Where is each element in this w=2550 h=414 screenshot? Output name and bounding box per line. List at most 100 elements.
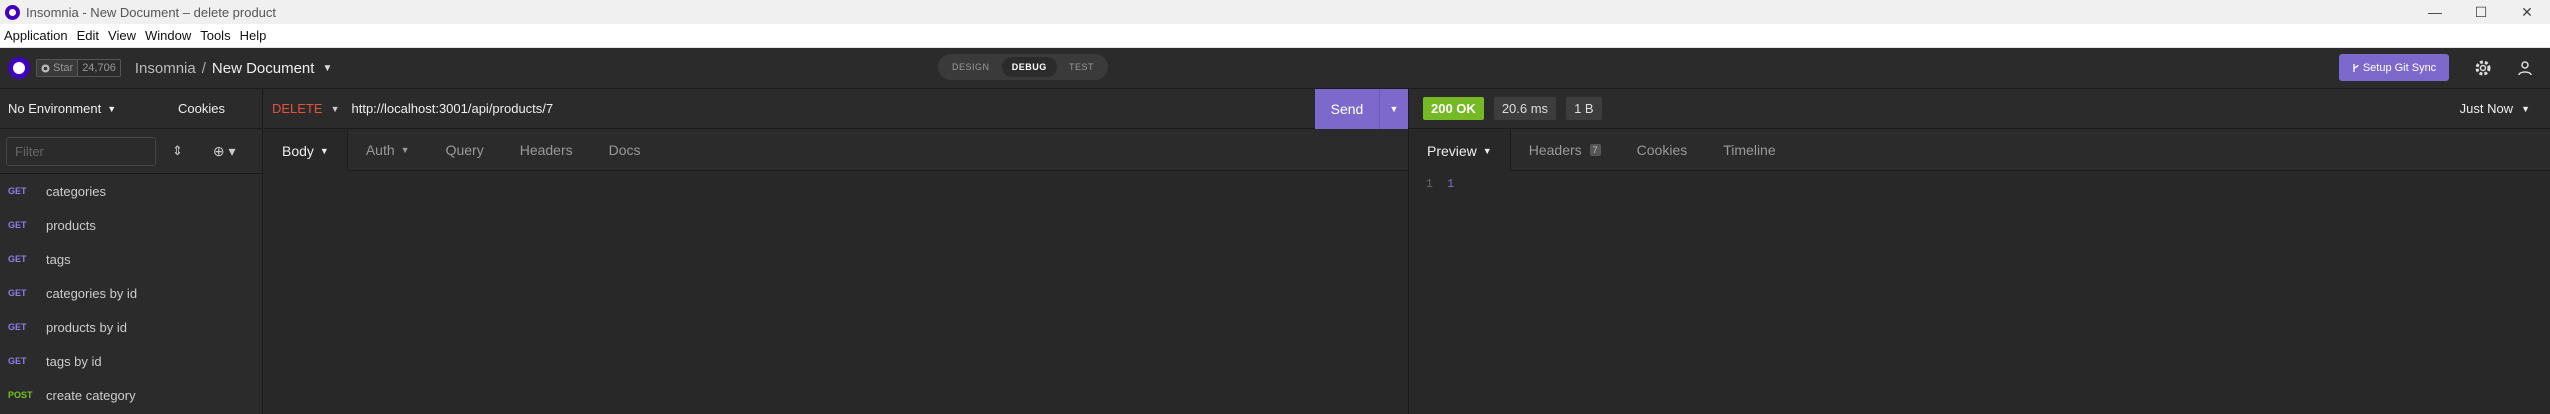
send-options-icon[interactable]: ▼ — [1379, 89, 1408, 129]
url-input[interactable]: http://localhost:3001/api/products/7 — [352, 101, 554, 116]
method-select[interactable]: DELETE ▼ — [272, 101, 340, 116]
chevron-down-icon[interactable]: ▼ — [322, 63, 332, 74]
app-header: Star 24,706 Insomnia / New Document ▼ DE… — [0, 48, 2550, 89]
request-list: GET categories GET products GET tags GET… — [0, 174, 262, 412]
tab-timeline[interactable]: Timeline — [1705, 130, 1793, 171]
menu-application[interactable]: Application — [0, 28, 73, 43]
send-label: Send — [1330, 101, 1364, 117]
tab-response-cookies[interactable]: Cookies — [1619, 130, 1706, 171]
request-item[interactable]: GET tags by id — [0, 344, 262, 378]
minimize-icon[interactable]: — — [2412, 0, 2458, 24]
response-history-dropdown[interactable]: Just Now ▼ — [2460, 101, 2530, 116]
mode-test[interactable]: TEST — [1059, 57, 1104, 77]
tab-query[interactable]: Query — [428, 130, 502, 171]
send-button[interactable]: Send ▼ — [1315, 89, 1408, 129]
chevron-down-icon: ▼ — [400, 145, 410, 155]
chevron-down-icon: ▼ — [319, 145, 329, 156]
method-badge: GET — [8, 322, 27, 332]
mode-toggle: DESIGN DEBUG TEST — [938, 54, 1108, 80]
menu-bar: Application Edit View Window Tools Help — [0, 24, 2550, 48]
tab-preview[interactable]: Preview ▼ — [1409, 129, 1511, 172]
request-name: categories — [46, 183, 106, 199]
breadcrumb-document[interactable]: New Document — [212, 60, 315, 77]
line-number: 1 — [1425, 177, 1433, 191]
environment-label: No Environment — [8, 101, 102, 116]
filter-row: ⇕ ⊕ ▾ — [0, 129, 262, 174]
method-badge: GET — [8, 356, 27, 366]
git-branch-icon — [2353, 63, 2359, 72]
mode-debug[interactable]: DEBUG — [1001, 57, 1057, 77]
menu-edit[interactable]: Edit — [73, 28, 104, 43]
close-icon[interactable]: ✕ — [2504, 0, 2550, 24]
environment-select[interactable]: No Environment ▼ — [8, 101, 168, 116]
tab-auth[interactable]: Auth ▼ — [348, 130, 428, 171]
request-name: categories by id — [46, 285, 138, 301]
chevron-down-icon: ▼ — [1482, 145, 1492, 156]
breadcrumb-separator: / — [201, 59, 206, 77]
tab-body[interactable]: Body ▼ — [264, 129, 348, 172]
request-tabs: Body ▼ Auth ▼ Query Headers Docs — [264, 129, 1408, 172]
window-controls: — ☐ ✕ — [2412, 0, 2550, 24]
filter-input[interactable] — [6, 136, 156, 166]
breadcrumb: Insomnia / New Document ▼ — [135, 60, 333, 77]
request-url-bar: DELETE ▼ http://localhost:3001/api/produ… — [264, 89, 1408, 129]
github-icon — [41, 63, 50, 73]
sort-icon[interactable]: ⇕ — [172, 143, 183, 159]
response-size-badge: 1 B — [1566, 97, 1602, 120]
tab-docs[interactable]: Docs — [591, 130, 659, 171]
request-item[interactable]: GET products — [0, 208, 262, 242]
menu-help[interactable]: Help — [236, 28, 272, 43]
method-badge: GET — [8, 220, 27, 230]
mode-design[interactable]: DESIGN — [942, 57, 1000, 77]
setup-git-sync-button[interactable]: Setup Git Sync — [2339, 54, 2449, 81]
tab-response-headers[interactable]: Headers 7 — [1511, 130, 1619, 171]
method-badge: GET — [8, 186, 27, 196]
environment-row: No Environment ▼ Cookies — [0, 89, 262, 129]
star-count: 24,706 — [78, 59, 121, 77]
request-item[interactable]: GET categories by id — [0, 276, 262, 310]
add-menu-icon[interactable]: ⊕ ▾ — [213, 143, 236, 160]
method-label: DELETE — [272, 101, 323, 116]
method-badge: POST — [8, 390, 33, 400]
code-line: 1 1 — [1409, 177, 2550, 191]
breadcrumb-root[interactable]: Insomnia — [135, 60, 196, 77]
headers-count-badge: 7 — [1589, 144, 1601, 156]
request-name: tags — [46, 251, 71, 267]
tab-response-headers-label: Headers — [1528, 142, 1582, 158]
star-label: Star — [53, 62, 74, 74]
history-label: Just Now — [2459, 101, 2514, 116]
insomnia-logo-icon[interactable] — [8, 57, 30, 79]
request-name: products by id — [46, 319, 127, 335]
request-item[interactable]: GET categories — [0, 174, 262, 208]
maximize-icon[interactable]: ☐ — [2458, 0, 2504, 24]
response-tabs: Preview ▼ Headers 7 Cookies Timeline — [1409, 129, 2550, 172]
method-badge: GET — [8, 288, 27, 298]
request-body-editor[interactable] — [264, 171, 1408, 414]
menu-tools[interactable]: Tools — [196, 28, 235, 43]
tab-auth-label: Auth — [365, 142, 395, 158]
tab-body-label: Body — [282, 142, 314, 159]
request-item[interactable]: GET tags — [0, 242, 262, 276]
insomnia-app-icon — [5, 4, 20, 20]
chevron-down-icon: ▼ — [2521, 103, 2530, 114]
cookies-button[interactable]: Cookies — [178, 101, 225, 116]
request-name: tags by id — [46, 353, 102, 369]
git-sync-label: Setup Git Sync — [2362, 61, 2437, 74]
chevron-down-icon: ▼ — [330, 103, 340, 114]
status-badge: 200 OK — [1423, 97, 1484, 120]
gear-icon[interactable] — [2472, 57, 2494, 79]
tab-headers[interactable]: Headers — [502, 130, 591, 171]
request-item[interactable]: POST create category — [0, 378, 262, 412]
menu-view[interactable]: View — [104, 28, 141, 43]
response-preview: 1 1 — [1409, 171, 2550, 414]
response-meta-bar: 200 OK 20.6 ms 1 B Just Now ▼ — [1409, 89, 2550, 129]
tab-preview-label: Preview — [1427, 142, 1477, 159]
github-star-button[interactable]: Star 24,706 — [36, 59, 121, 77]
account-icon[interactable] — [2514, 57, 2536, 79]
chevron-down-icon: ▼ — [107, 103, 117, 114]
line-content: 1 — [1447, 177, 1455, 191]
sidebar: No Environment ▼ Cookies ⇕ ⊕ ▾ GET categ… — [0, 89, 263, 414]
request-item[interactable]: GET products by id — [0, 310, 262, 344]
menu-window[interactable]: Window — [141, 28, 196, 43]
request-name: products — [46, 217, 96, 233]
